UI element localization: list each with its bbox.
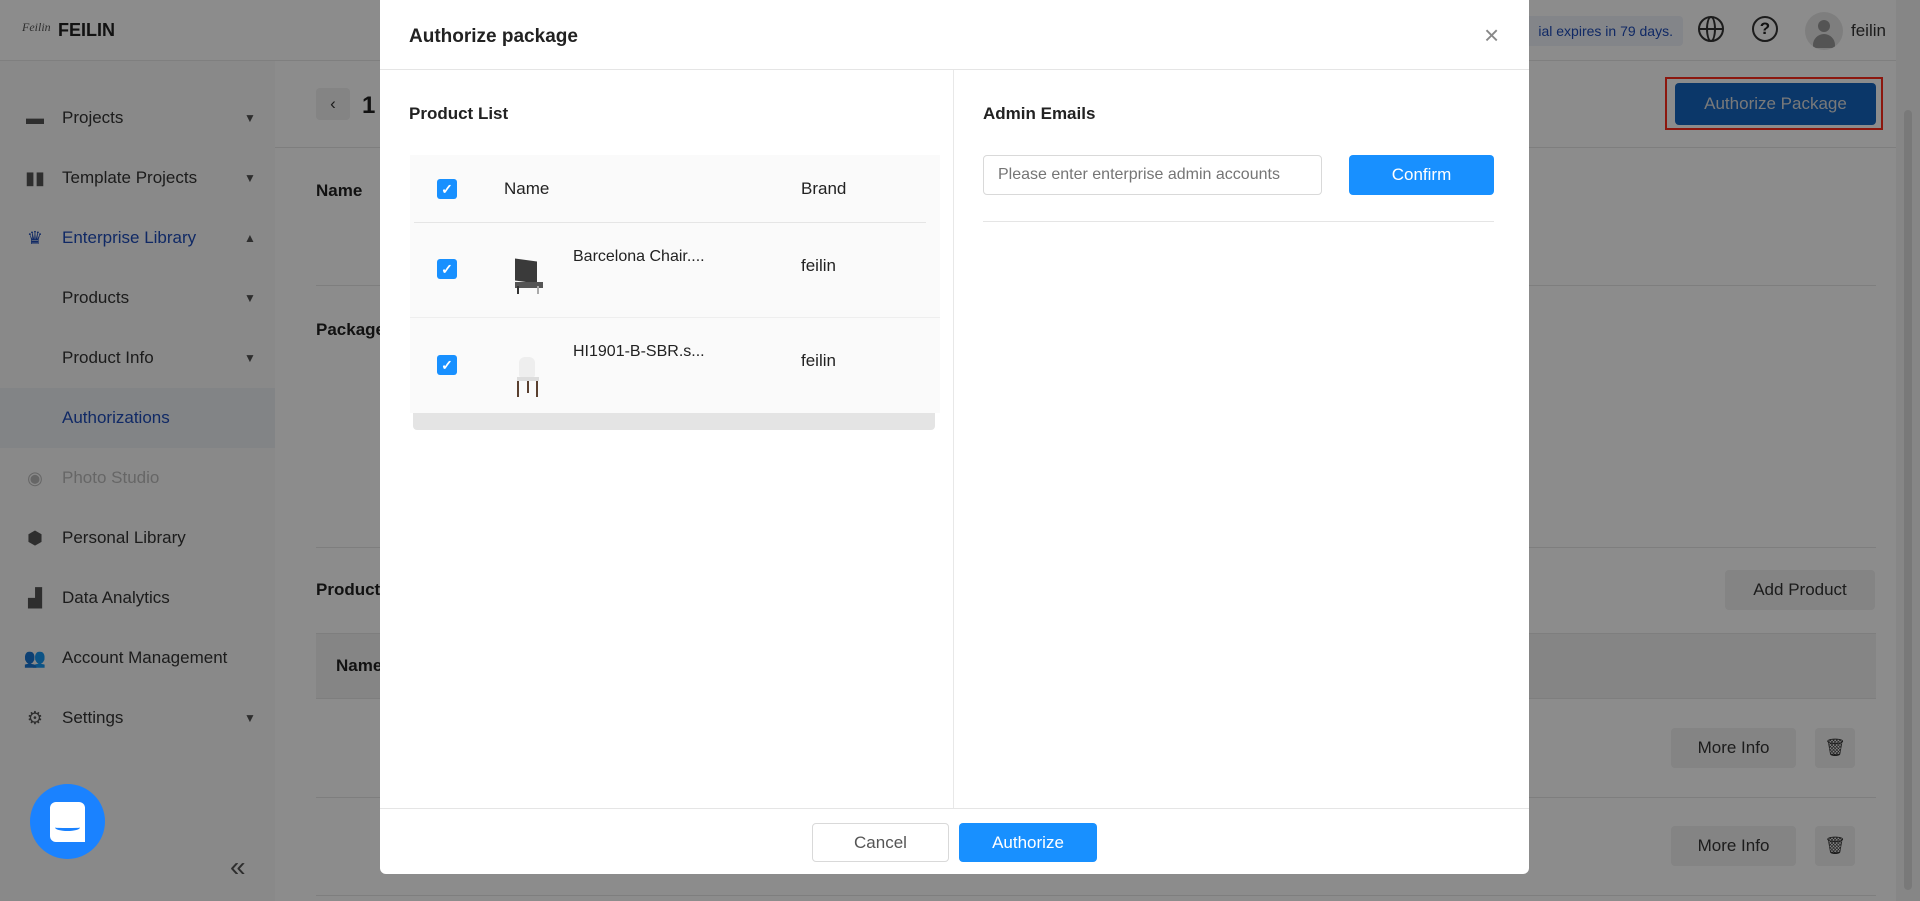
product-name: HI1901-B-SBR.s...	[573, 343, 705, 360]
row-checkbox[interactable]: ✓	[437, 355, 457, 375]
column-divider	[953, 70, 954, 808]
row-checkbox[interactable]: ✓	[437, 259, 457, 279]
authorize-button[interactable]: Authorize	[959, 823, 1097, 862]
column-header-brand: Brand	[801, 179, 847, 198]
admin-email-input[interactable]	[983, 155, 1322, 195]
cancel-button[interactable]: Cancel	[812, 823, 949, 862]
barcelona-chair-thumbnail	[513, 258, 543, 294]
product-brand: feilin	[801, 351, 836, 370]
product-table: ✓ Name Brand ✓ Barcelona Chair.... feili…	[410, 155, 940, 413]
authorize-package-dialog: Authorize package × Product List ✓ Name …	[380, 0, 1529, 874]
column-header-name: Name	[504, 179, 550, 198]
admin-emails-title: Admin Emails	[983, 104, 1096, 123]
confirm-button[interactable]: Confirm	[1349, 155, 1494, 195]
table-row[interactable]: ✓ Barcelona Chair.... feilin	[410, 222, 940, 317]
dialog-title: Authorize package	[409, 26, 578, 47]
product-list-title: Product List	[409, 104, 509, 123]
chat-icon	[50, 802, 85, 842]
table-horizontal-scrollbar[interactable]	[413, 413, 935, 430]
product-brand: feilin	[801, 256, 836, 275]
table-row[interactable]: ✓ HI1901-B-SBR.s... feilin	[410, 317, 940, 413]
white-chair-thumbnail	[515, 357, 541, 399]
product-name: Barcelona Chair....	[573, 248, 705, 265]
select-all-checkbox[interactable]: ✓	[437, 179, 457, 199]
chat-button[interactable]	[30, 784, 105, 859]
close-icon[interactable]: ×	[1484, 20, 1499, 51]
